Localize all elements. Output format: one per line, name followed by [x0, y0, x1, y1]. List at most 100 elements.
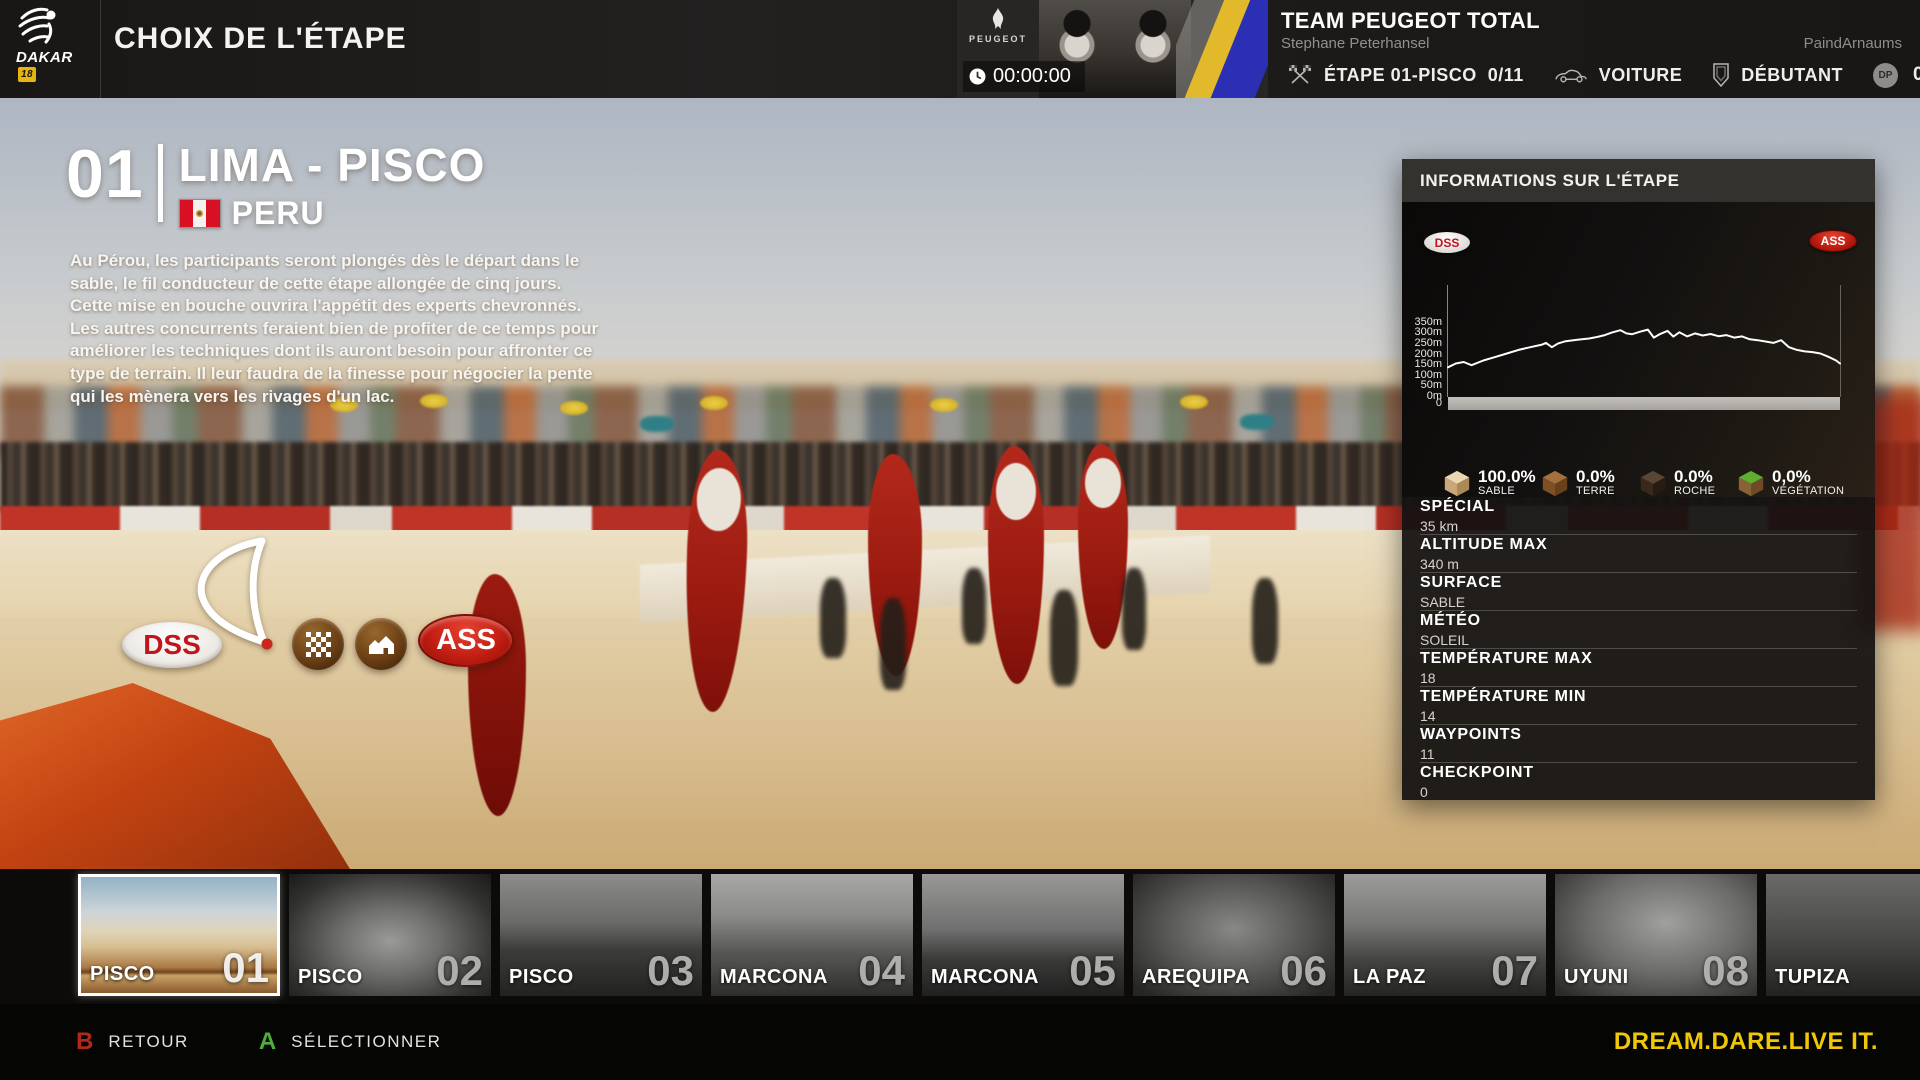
terrain-cube-icon	[1736, 468, 1766, 498]
scene-shape	[1050, 590, 1078, 686]
map-cursor-icon	[188, 536, 280, 655]
terrain-item: 0,0% VÉGÉTATION	[1736, 468, 1834, 498]
stage-description: Au Pérou, les participants seront plongé…	[70, 250, 605, 408]
stage-tile-number: 06	[1280, 947, 1327, 995]
stat-value: 0	[1420, 784, 1857, 800]
terrain-cube-icon	[1540, 468, 1570, 498]
stage-tile-number: 01	[222, 944, 269, 992]
bivouac-marker	[355, 618, 407, 670]
stage-tile[interactable]: AREQUIPA 06	[1133, 874, 1335, 996]
stat-value: 14	[1420, 708, 1857, 724]
gamepad-key-icon: A	[259, 1028, 276, 1056]
top-bar: DAKAR18 CHOIX DE L'ÉTAPE PEUGEOT	[0, 0, 1920, 98]
peru-flag-icon	[179, 199, 221, 228]
stage-tile-name: PISCO	[90, 963, 155, 986]
stat-row: SPÉCIAL 35 km	[1420, 497, 1857, 535]
checkpoint-marker	[292, 618, 344, 670]
stage-tile[interactable]: TUPIZA	[1766, 874, 1920, 996]
stage-tile-number: 08	[1702, 947, 1749, 995]
stage-tile-number: 05	[1069, 947, 1116, 995]
stat-label: SURFACE	[1420, 574, 1857, 592]
stat-value: 35 km	[1420, 518, 1857, 534]
terrain-cube-icon	[1442, 468, 1472, 498]
status-row: ÉTAPE 01-PISCO 0/11 VOITURE DÉBUTANT	[1272, 54, 1920, 96]
stat-row: SURFACE SABLE	[1420, 573, 1857, 611]
stage-tile-name: MARCONA	[720, 966, 828, 989]
stage-tile[interactable]: LA PAZ 07	[1344, 874, 1546, 996]
dakar-tuareg-icon	[16, 6, 62, 48]
elevation-line-svg	[1402, 202, 1875, 497]
username: PaindArnaums	[1804, 35, 1902, 52]
vehicle-segment: VOITURE	[1539, 65, 1698, 86]
stage-tile[interactable]: PISCO 02	[289, 874, 491, 996]
dp-badge-icon: DP	[1873, 63, 1898, 88]
stage-label: ÉTAPE 01-PISCO	[1324, 65, 1477, 85]
stat-value: SABLE	[1420, 594, 1857, 610]
team-stripes	[1176, 0, 1268, 98]
scene-shape	[880, 598, 906, 690]
divider	[100, 0, 101, 98]
stage-progress-count: 0/11	[1488, 65, 1524, 85]
stage-country: PERU	[232, 195, 325, 232]
footer-bar: B RETOUR A SÉLECTIONNER DREAM.DARE.LIVE …	[0, 1004, 1920, 1080]
stage-tile[interactable]: MARCONA 04	[711, 874, 913, 996]
panel-title: INFORMATIONS SUR L'ÉTAPE	[1402, 159, 1875, 202]
stage-tile-name: AREQUIPA	[1142, 966, 1250, 989]
shield-icon	[1712, 62, 1730, 88]
stat-label: MÉTÉO	[1420, 612, 1857, 630]
stat-value: SOLEIL	[1420, 632, 1857, 648]
gamepad-hint-button[interactable]: B RETOUR	[76, 1028, 189, 1056]
terrain-percentage: 100.0%	[1478, 468, 1536, 486]
terrain-type: ROCHE	[1674, 486, 1715, 498]
stat-row: CHECKPOINT 0	[1420, 763, 1857, 800]
stat-value: 11	[1420, 746, 1857, 762]
scene-shape	[1122, 568, 1146, 650]
stat-label: ALTITUDE MAX	[1420, 536, 1857, 554]
stat-row: WAYPOINTS 11	[1420, 725, 1857, 763]
terrain-item: 0.0% ROCHE	[1638, 468, 1736, 498]
logo-brand: DAKAR	[16, 49, 73, 66]
stage-tile[interactable]: PISCO 03	[500, 874, 702, 996]
elevation-chart: DSS ASS 350m300m250m200m150m100m50m0m0	[1402, 202, 1875, 497]
terrain-item: 100.0% SABLE	[1442, 468, 1540, 498]
vehicle-label: VOITURE	[1599, 65, 1683, 86]
terrain-cube-icon	[1638, 468, 1668, 498]
terrain-percentage: 0.0%	[1674, 468, 1715, 486]
team-panel: PEUGEOT 00:00:00	[957, 0, 1268, 98]
stat-label: CHECKPOINT	[1420, 764, 1857, 782]
clock-icon	[969, 68, 986, 85]
dp-count: 0	[1913, 64, 1920, 86]
race-timer: 00:00:00	[963, 61, 1085, 92]
stat-value: 18	[1420, 670, 1857, 686]
stage-number: 01	[66, 142, 144, 232]
stage-tile-number: 07	[1491, 947, 1538, 995]
stage-tile[interactable]: PISCO 01	[78, 874, 280, 996]
stage-tile-name: UYUNI	[1564, 966, 1629, 989]
terrain-type: TERRE	[1576, 486, 1615, 498]
scene-shape	[820, 578, 846, 658]
team-name: TEAM PEUGEOT TOTAL	[1281, 8, 1540, 34]
stage-tile[interactable]: MARCONA 05	[922, 874, 1124, 996]
stage-tile-name: LA PAZ	[1353, 966, 1426, 989]
stage-carousel: PISCO 01 PISCO 02 PISCO 03 MARCONA 04 MA…	[0, 869, 1920, 1004]
dakar-18-logo: DAKAR18	[16, 6, 86, 94]
checkered-icon	[305, 631, 332, 658]
stage-tile[interactable]: UYUNI 08	[1555, 874, 1757, 996]
scene-shape	[1180, 395, 1208, 409]
gamepad-hint-button[interactable]: A SÉLECTIONNER	[259, 1028, 442, 1056]
stat-row: TEMPÉRATURE MIN 14	[1420, 687, 1857, 725]
timer-value: 00:00:00	[993, 65, 1071, 88]
stage-route: LIMA - PISCO	[179, 142, 486, 188]
stat-label: TEMPÉRATURE MAX	[1420, 650, 1857, 668]
terrain-type: SABLE	[1478, 486, 1536, 498]
button-hints: B RETOUR A SÉLECTIONNER	[76, 1028, 441, 1056]
scene-shape	[1252, 578, 1278, 664]
stat-label: WAYPOINTS	[1420, 726, 1857, 744]
stat-value: 340 m	[1420, 556, 1857, 572]
driver-name: Stephane Peterhansel	[1281, 35, 1429, 52]
car-icon	[1554, 67, 1588, 84]
house-icon	[367, 632, 395, 657]
difficulty-segment: DÉBUTANT	[1697, 62, 1858, 88]
stage-tile-number: 04	[858, 947, 905, 995]
stat-row: MÉTÉO SOLEIL	[1420, 611, 1857, 649]
